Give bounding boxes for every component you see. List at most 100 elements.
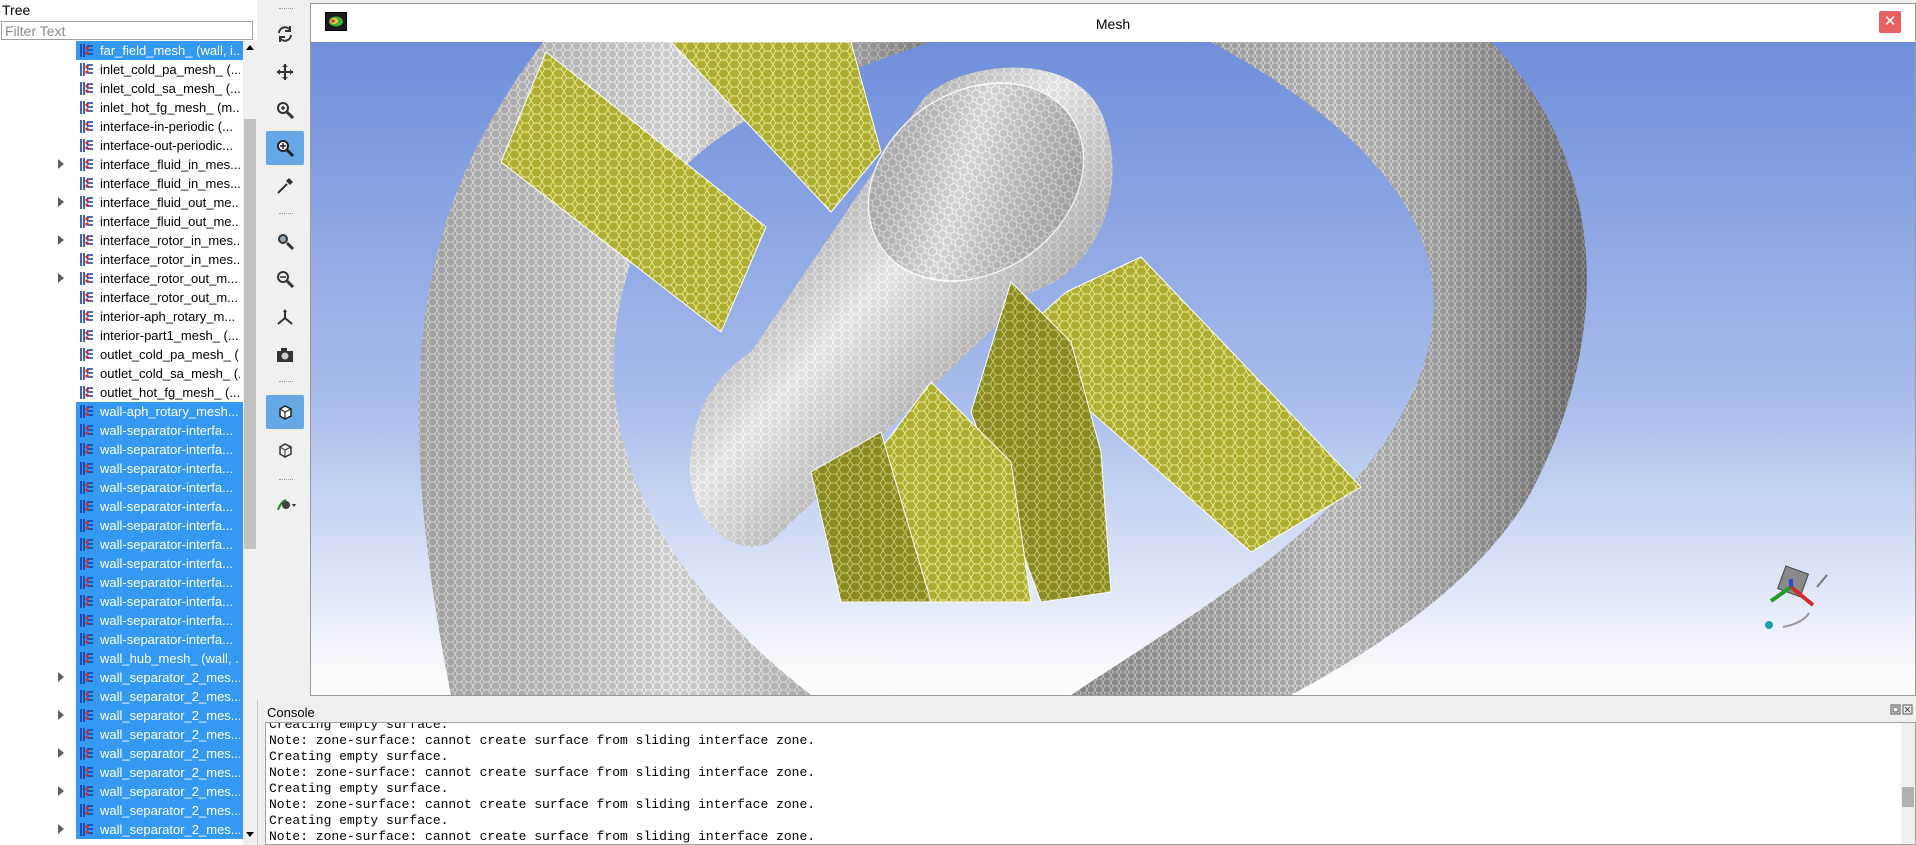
tree-item-body[interactable]: interior-aph_rotary_m... [76, 307, 243, 326]
tree-item-body[interactable]: wall-separator-interfa... [76, 516, 243, 535]
tree-item[interactable]: wall-separator-interfa... [0, 592, 243, 611]
fit-to-window-button[interactable] [266, 224, 304, 258]
console-window-buttons[interactable] [1890, 704, 1914, 716]
tree-item[interactable]: interior-part1_mesh_ (... [0, 326, 243, 345]
tree-item-body[interactable]: wall-separator-interfa... [76, 535, 243, 554]
axes-button[interactable] [266, 300, 304, 334]
tree-item-body[interactable]: wall-separator-interfa... [76, 459, 243, 478]
zoom-box-button[interactable] [266, 131, 304, 165]
tree-item-body[interactable]: wall-separator-interfa... [76, 573, 243, 592]
tree-item-body[interactable]: wall-separator-interfa... [76, 421, 243, 440]
scroll-down-icon[interactable] [246, 832, 254, 837]
tree-item-body[interactable]: outlet_hot_fg_mesh_ (... [76, 383, 243, 402]
tree-item-body[interactable]: wall-separator-interfa... [76, 478, 243, 497]
tree-item-body[interactable]: wall_hub_mesh_ (wall, ... [76, 649, 243, 668]
tree-item-body[interactable]: wall-aph_rotary_mesh... [76, 402, 243, 421]
wireframe-view-button[interactable] [266, 433, 304, 467]
expand-arrow-icon[interactable] [58, 824, 64, 834]
tree-item[interactable]: interface_fluid_in_mes... [0, 155, 243, 174]
tree-item-body[interactable]: interface-in-periodic (... [76, 117, 243, 136]
tree-item-body[interactable]: wall_separator_2_mes... [76, 668, 243, 687]
tree-item-body[interactable]: interface_fluid_out_me... [76, 193, 243, 212]
float-dock-icon[interactable] [1890, 704, 1914, 716]
tree-item[interactable]: wall-separator-interfa... [0, 497, 243, 516]
tree-item-body[interactable]: interface_rotor_out_m... [76, 269, 243, 288]
tree-item-body[interactable]: wall-separator-interfa... [76, 554, 243, 573]
tree-item[interactable]: inlet_cold_sa_mesh_ (... [0, 79, 243, 98]
tree-item[interactable]: wall-separator-interfa... [0, 459, 243, 478]
zoom-button[interactable] [266, 93, 304, 127]
tree-item-body[interactable]: wall-separator-interfa... [76, 611, 243, 630]
tree-item[interactable]: wall-separator-interfa... [0, 535, 243, 554]
tree-item[interactable]: wall-separator-interfa... [0, 440, 243, 459]
zoom-out-button[interactable] [266, 262, 304, 296]
tree-item-body[interactable]: wall-separator-interfa... [76, 440, 243, 459]
tree-item-body[interactable]: wall_separator_2_mes... [76, 687, 243, 706]
view-options-button[interactable] [266, 488, 304, 522]
close-button[interactable]: ✕ [1879, 11, 1901, 33]
tree-item[interactable]: wall_separator_2_mes... [0, 706, 243, 725]
tree-item[interactable]: outlet_cold_pa_mesh_ (... [0, 345, 243, 364]
expand-arrow-icon[interactable] [58, 710, 64, 720]
expand-arrow-icon[interactable] [58, 273, 64, 283]
scroll-up-icon[interactable] [246, 45, 254, 50]
tree-item-body[interactable]: wall-separator-interfa... [76, 592, 243, 611]
console-scrollbar[interactable] [1901, 723, 1915, 844]
tree-item[interactable]: interface-in-periodic (... [0, 117, 243, 136]
tree-item-body[interactable]: inlet_cold_pa_mesh_ (... [76, 60, 243, 79]
expand-arrow-icon[interactable] [58, 235, 64, 245]
tree-item-body[interactable]: interface-out-periodic... [76, 136, 243, 155]
camera-button[interactable] [266, 338, 304, 372]
tree-item-body[interactable]: interface_rotor_in_mes... [76, 231, 243, 250]
tree-item[interactable]: wall-separator-interfa... [0, 611, 243, 630]
console-output[interactable]: Creating empty surface. Note: zone-surfac… [265, 722, 1916, 845]
tree-item[interactable]: wall_separator_2_mes... [0, 668, 243, 687]
tree-item[interactable]: outlet_cold_sa_mesh_ (... [0, 364, 243, 383]
tree-filter-input[interactable] [1, 21, 253, 40]
tree-item[interactable]: wall_separator_2_mes... [0, 801, 243, 820]
tree-item[interactable]: wall-separator-interfa... [0, 630, 243, 649]
tree-item-body[interactable]: wall_separator_2_mes... [76, 820, 243, 839]
tree-item[interactable]: wall-separator-interfa... [0, 516, 243, 535]
tree-item[interactable]: interface_fluid_out_me... [0, 193, 243, 212]
expand-arrow-icon[interactable] [58, 159, 64, 169]
tree-item-body[interactable]: interface_fluid_in_mes... [76, 174, 243, 193]
tree-item-body[interactable]: wall_separator_2_mes... [76, 706, 243, 725]
tree-item[interactable]: wall-separator-interfa... [0, 421, 243, 440]
tree-item[interactable]: interface_rotor_out_m... [0, 288, 243, 307]
tree-item[interactable]: inlet_hot_fg_mesh_ (m... [0, 98, 243, 117]
tree-item-body[interactable]: interface_rotor_out_m... [76, 288, 243, 307]
tree-item[interactable]: inlet_cold_pa_mesh_ (... [0, 60, 243, 79]
tree-item-body[interactable]: wall_separator_2_mes... [76, 744, 243, 763]
expand-arrow-icon[interactable] [58, 786, 64, 796]
tree-item-body[interactable]: inlet_hot_fg_mesh_ (m... [76, 98, 243, 117]
tree-item-body[interactable]: wall_separator_2_mes... [76, 763, 243, 782]
rotate-button[interactable] [266, 17, 304, 51]
probe-button[interactable] [266, 169, 304, 203]
tree-scroll-thumb[interactable] [244, 119, 256, 549]
tree-item-body[interactable]: wall_separator_2_mes... [76, 801, 243, 820]
tree-item[interactable]: outlet_hot_fg_mesh_ (... [0, 383, 243, 402]
tree-item-body[interactable]: inlet_cold_sa_mesh_ (... [76, 79, 243, 98]
tree-scrollbar[interactable] [243, 41, 257, 845]
tree-item[interactable]: interface_rotor_in_mes... [0, 250, 243, 269]
tree-item-body[interactable]: interface_fluid_in_mes... [76, 155, 243, 174]
tree-item[interactable]: wall_separator_2_mes... [0, 687, 243, 706]
tree-item[interactable]: wall_separator_2_mes... [0, 725, 243, 744]
tree-item-body[interactable]: interface_rotor_in_mes... [76, 250, 243, 269]
tree-item[interactable]: interior-aph_rotary_m... [0, 307, 243, 326]
tree-item-body[interactable]: outlet_cold_pa_mesh_ (... [76, 345, 243, 364]
tree-item[interactable]: wall-separator-interfa... [0, 573, 243, 592]
tree-item[interactable]: interface_rotor_in_mes... [0, 231, 243, 250]
expand-arrow-icon[interactable] [58, 748, 64, 758]
tree-item[interactable]: wall_separator_2_mes... [0, 782, 243, 801]
tree-item[interactable]: wall-aph_rotary_mesh... [0, 402, 243, 421]
tree-item[interactable]: wall_separator_2_mes... [0, 744, 243, 763]
expand-arrow-icon[interactable] [58, 672, 64, 682]
tree-item[interactable]: wall_hub_mesh_ (wall, ... [0, 649, 243, 668]
tree-item-body[interactable]: interface_fluid_out_me... [76, 212, 243, 231]
console-scroll-thumb[interactable] [1902, 787, 1914, 807]
tree-item-body[interactable]: wall-separator-interfa... [76, 497, 243, 516]
tree-item-body[interactable]: outlet_cold_sa_mesh_ (... [76, 364, 243, 383]
solid-view-button[interactable] [266, 395, 304, 429]
